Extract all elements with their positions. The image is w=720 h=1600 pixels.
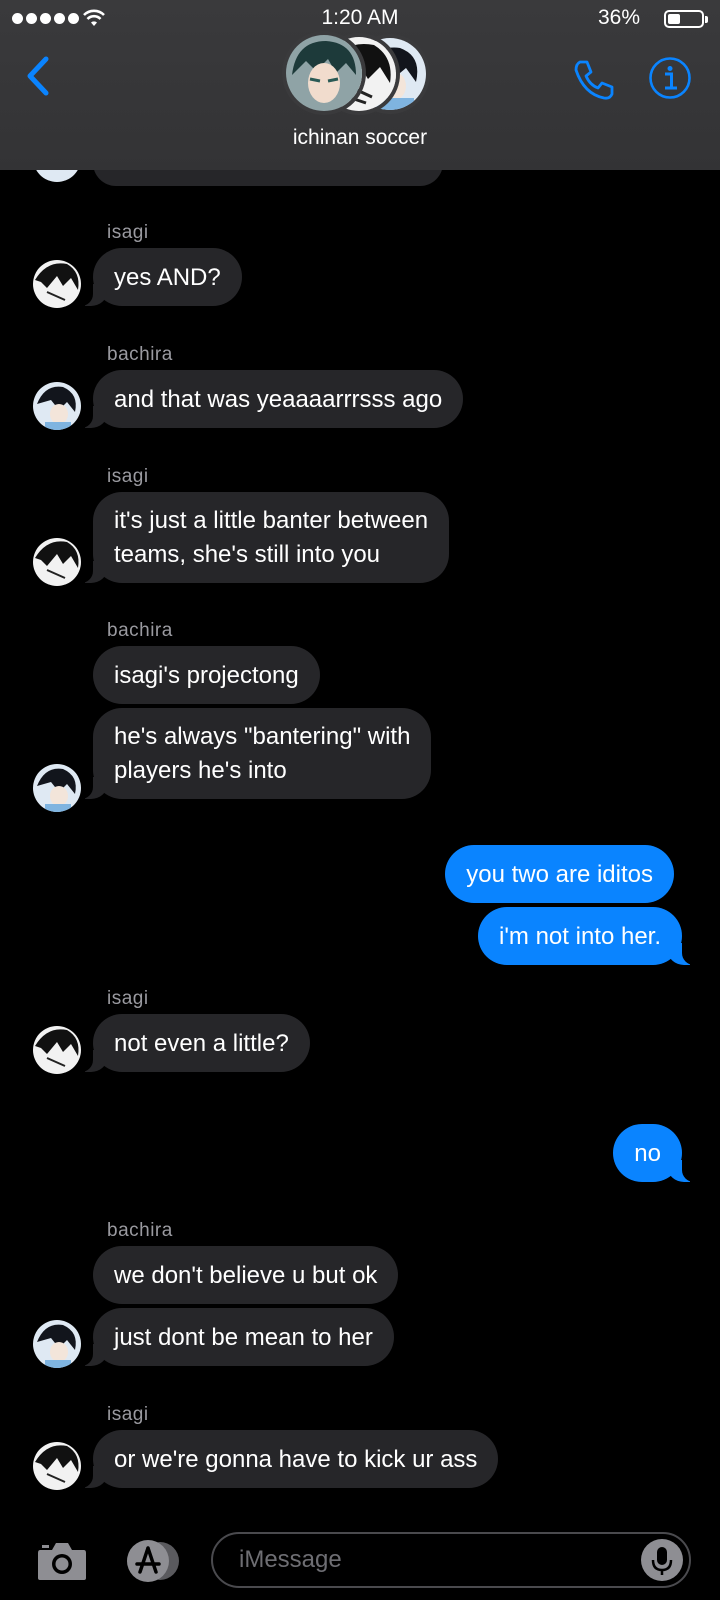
message-bubble[interactable]: it's just a little banter between teams,…	[74, 492, 450, 583]
microphone-icon[interactable]	[641, 1539, 683, 1581]
avatar-rin	[282, 31, 366, 115]
message-bubble[interactable]: or we're gonna have to kick ur ass	[74, 1430, 499, 1488]
message-bubble[interactable]: just dont be mean to her	[75, 1308, 394, 1366]
status-bar: 1:20 AM 36%	[0, 4, 720, 34]
group-name[interactable]: ichinan soccer	[0, 126, 720, 150]
sender-name: bachira	[107, 1220, 173, 1241]
message-bubble[interactable]: and that was yeaaaarrrsss ago	[74, 370, 464, 428]
battery-icon	[664, 10, 708, 28]
avatar-isagi	[33, 538, 81, 586]
message-text: and that was yeaaaarrrsss ago	[114, 386, 443, 413]
message-bubble[interactable]: he's always "bantering" with players he'…	[74, 708, 432, 799]
sender-name: bachira	[107, 620, 173, 641]
message-bubble-outgoing[interactable]: you two are iditos	[445, 845, 674, 903]
message-text: just dont be mean to her	[114, 1324, 373, 1351]
message-text-line: teams, she's still into you	[114, 541, 381, 568]
message-bubble[interactable]: isagi's projectong	[93, 646, 320, 704]
message-text-line: he's always "bantering" with	[114, 723, 411, 750]
battery-percentage: 36%	[597, 6, 640, 29]
message-text: or we're gonna have to kick ur ass	[114, 1446, 478, 1473]
message-bubble-outgoing[interactable]: i'm not into her.	[478, 907, 700, 965]
avatar-bachira	[33, 382, 81, 430]
camera-icon[interactable]	[36, 1540, 88, 1582]
message-text: not even a little?	[114, 1030, 289, 1057]
sender-name: isagi	[107, 1404, 149, 1425]
avatar-isagi	[33, 260, 81, 308]
conversation-header: 1:20 AM 36% ichinan soccer	[0, 0, 720, 170]
message-text: no	[634, 1140, 661, 1167]
imessage-input[interactable]: iMessage	[211, 1532, 691, 1588]
back-chevron-icon[interactable]	[24, 56, 52, 96]
info-icon[interactable]	[648, 56, 692, 100]
avatar-isagi	[33, 1442, 81, 1490]
message-bubble[interactable]: yes AND?	[75, 248, 242, 306]
sender-name: isagi	[107, 466, 149, 487]
message-text: i'm not into her.	[499, 923, 661, 950]
sender-name: isagi	[107, 988, 149, 1009]
avatar-bachira	[33, 764, 81, 812]
avatar-bachira	[33, 1320, 81, 1368]
app-store-icon[interactable]	[122, 1540, 184, 1582]
message-text-line: players he's into	[114, 757, 287, 784]
imessage-placeholder: iMessage	[239, 1546, 342, 1573]
group-avatars[interactable]	[282, 31, 442, 115]
message-bubble-outgoing[interactable]: no	[613, 1124, 700, 1182]
message-text-line: it's just a little banter between	[114, 507, 429, 534]
battery-level	[668, 14, 680, 24]
message-bubble[interactable]: not even a little?	[75, 1014, 310, 1072]
message-text: yes AND?	[114, 264, 221, 291]
message-text: you two are iditos	[466, 861, 653, 888]
sender-name: bachira	[107, 344, 173, 365]
sender-name: isagi	[107, 222, 149, 243]
avatar-isagi	[33, 1026, 81, 1074]
phone-icon[interactable]	[570, 56, 618, 104]
message-text: we don't believe u but ok	[114, 1262, 378, 1289]
message-bubble[interactable]: we don't believe u but ok	[93, 1246, 399, 1304]
message-composer: iMessage	[0, 1510, 720, 1600]
message-text: isagi's projectong	[114, 662, 299, 689]
